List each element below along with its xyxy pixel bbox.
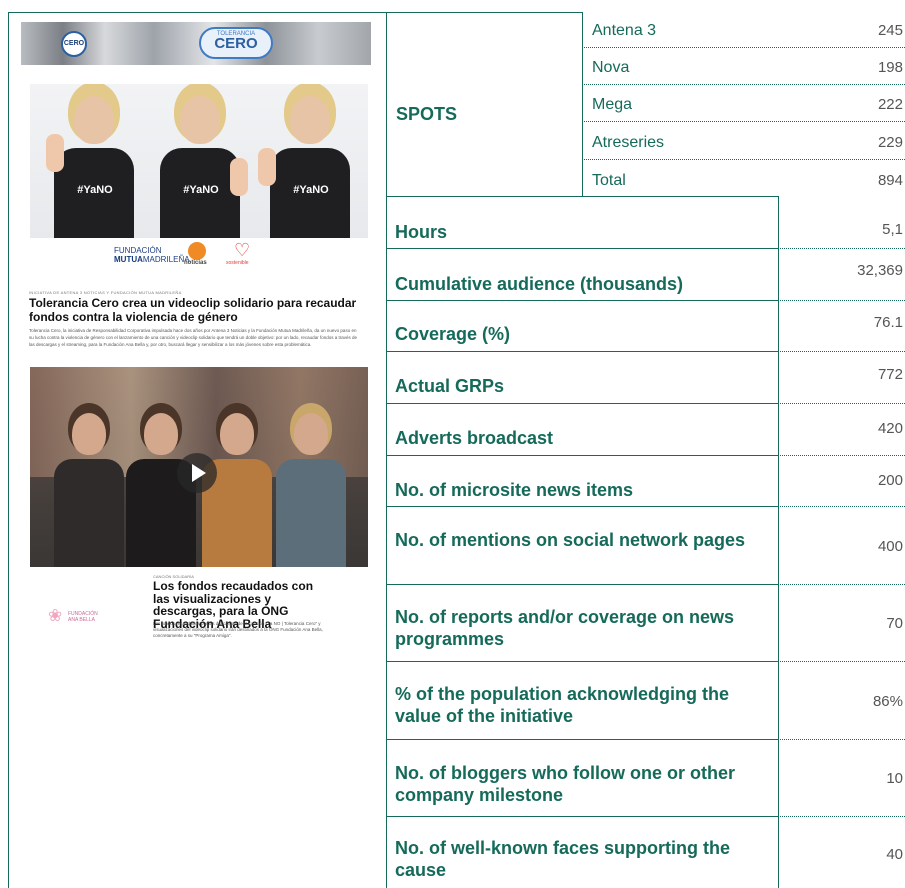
tolerancia-cero-banner: CERO TOLERANCIA CERO: [21, 22, 371, 65]
metric-label: Actual GRPs: [395, 376, 505, 396]
fundacion-ana-bella-logo: ❀ FUNDACIÓN ANA BELLA: [48, 606, 98, 625]
metric-label: No. of bloggers who follow one or other …: [395, 763, 735, 805]
woman-right: #YaNO: [258, 88, 356, 238]
singer-4: [276, 407, 346, 567]
press-clipping-panel: CERO TOLERANCIA CERO #YaNO #YaNO #YaNO F…: [0, 0, 386, 888]
yano-campaign-photo: #YaNO #YaNO #YaNO: [30, 84, 368, 238]
metric-value: 5,1: [882, 221, 903, 238]
spot-channel: Antena 3: [592, 22, 657, 39]
spot-channel: Mega: [592, 96, 633, 113]
spot-channel: Total: [592, 172, 626, 189]
article2-body: Los fondos recaudados por las descargas …: [153, 621, 323, 638]
metric-label: % of the population acknowledging the va…: [395, 684, 729, 726]
metric-value: 420: [877, 420, 903, 437]
spot-value: 222: [877, 96, 903, 113]
metric-value: 70: [886, 615, 903, 632]
article1-kicker: INICIATIVA DE ANTENA 3 NOTICIAS Y FUNDAC…: [29, 290, 182, 295]
woman-left: #YaNO: [46, 88, 140, 238]
metric-value: 400: [877, 538, 903, 555]
metric-label: Hours: [395, 222, 448, 242]
singer-3: [202, 407, 272, 567]
singer-1: [54, 407, 124, 567]
metric-value: 32,369: [857, 262, 903, 279]
metric-label: No. of microsite news items: [395, 480, 634, 500]
spots-divider: [582, 12, 583, 196]
spot-channel: Nova: [592, 59, 630, 76]
spot-value: 229: [877, 134, 903, 151]
article1-body: Tolerancia Cero, la iniciativa de Respon…: [29, 328, 357, 347]
sostenible-label: sostenible: [226, 260, 249, 266]
spots-bottom-border: [386, 196, 778, 197]
antena3-noticias-logo-icon: [188, 242, 206, 260]
metric-label: No. of well-known faces supporting the c…: [395, 838, 731, 880]
butterfly-icon: ❀: [48, 606, 63, 625]
metric-value: 772: [877, 366, 903, 383]
fundacion-mutua-logo: FUNDACIÓN MUTUAMADRILEÑA: [114, 246, 190, 264]
spot-value: 245: [877, 22, 903, 39]
metric-label: Coverage (%): [395, 324, 511, 344]
play-icon[interactable]: [177, 453, 217, 493]
woman-center: #YaNO: [154, 88, 248, 238]
table-left-border: [386, 12, 387, 888]
tolerancia-cero-logo: TOLERANCIA CERO: [199, 27, 273, 59]
noticias-label: noticias: [184, 260, 207, 266]
spots-label: SPOTS: [396, 104, 458, 124]
metric-value: 200: [877, 472, 903, 489]
metric-value: 76.1: [873, 314, 903, 331]
spot-value: 198: [877, 59, 903, 76]
spot-value: 894: [877, 172, 903, 189]
metric-label: No. of reports and/or coverage on news p…: [395, 607, 735, 649]
cero-logo-icon: CERO: [61, 31, 87, 57]
sponsor-logos: FUNDACIÓN MUTUAMADRILEÑA noticias ♡ sost…: [114, 240, 304, 268]
metric-label: Adverts broadcast: [395, 428, 554, 448]
table-top-border: [386, 12, 582, 13]
metric-label: No. of mentions on social network pages: [395, 530, 746, 550]
spot-channel: Atreseries: [592, 134, 665, 151]
metric-label: Cumulative audience (thousands): [395, 274, 684, 294]
metric-value: 10: [886, 770, 903, 787]
article1-headline: Tolerancia Cero crea un videoclip solida…: [29, 296, 357, 324]
metric-value: 40: [886, 846, 903, 863]
metric-value: 86%: [872, 693, 903, 710]
heart-logo-icon: ♡: [234, 240, 251, 260]
